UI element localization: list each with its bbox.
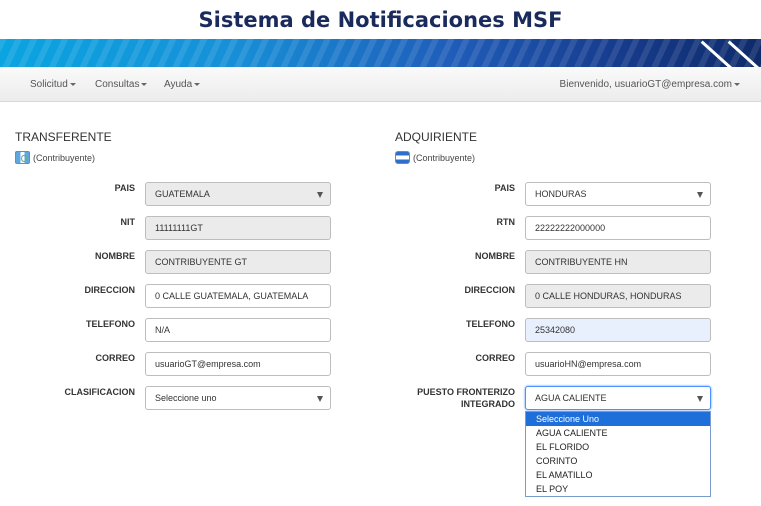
transferente-pais-select[interactable]: GUATEMALA <box>145 182 331 206</box>
label-telefono: TELEFONO <box>86 319 135 329</box>
dropdown-option[interactable]: EL POY <box>526 482 710 496</box>
label-correo: CORREO <box>95 353 135 363</box>
dropdown-option[interactable]: EL AMATILLO <box>526 468 710 482</box>
transferente-telefono-field[interactable]: N/A <box>145 318 331 342</box>
caret-down-icon <box>69 82 76 86</box>
caret-down-icon <box>734 82 740 86</box>
nav-ayuda[interactable]: Ayuda <box>164 67 201 102</box>
label-puesto-line2: INTEGRADO <box>461 399 515 409</box>
navbar: Solicitud Consultas Ayuda Bienvenido, us… <box>0 67 761 102</box>
adquiriente-correo-field[interactable]: usuarioHN@empresa.com <box>525 352 711 376</box>
caret-down-icon <box>141 82 148 86</box>
nav-user-menu[interactable]: Bienvenido, usuarioGT@empresa.com <box>560 67 740 102</box>
adquiriente-puesto-select[interactable]: AGUA CALIENTE <box>525 386 711 410</box>
label-nit: NIT <box>120 217 136 227</box>
adquiriente-nombre-field[interactable]: CONTRIBUYENTE HN <box>525 250 711 274</box>
label-correo: CORREO <box>475 353 515 363</box>
nav-solicitud[interactable]: Solicitud <box>30 67 76 102</box>
nav-consultas-label: Consultas <box>95 79 140 90</box>
dropdown-option[interactable]: AGUA CALIENTE <box>526 426 710 440</box>
page-title: Sistema de Notificaciones MSF <box>198 8 563 32</box>
nav-welcome-label: Bienvenido, usuarioGT@empresa.com <box>559 79 732 90</box>
adquiriente-rtn-field[interactable]: 22222222000000 <box>525 216 711 240</box>
dropdown-option[interactable]: EL FLORIDO <box>526 440 710 454</box>
label-nombre: NOMBRE <box>475 251 515 261</box>
transferente-nit-field[interactable]: 11111111GT <box>145 216 331 240</box>
caret-down-icon <box>194 82 201 86</box>
dropdown-option[interactable]: CORINTO <box>526 454 710 468</box>
label-nombre: NOMBRE <box>95 251 135 261</box>
adquiriente-subtitle: (Contribuyente) <box>395 151 475 164</box>
label-rtn: RTN <box>496 217 516 227</box>
transferente-direccion-field[interactable]: 0 CALLE GUATEMALA, GUATEMALA <box>145 284 331 308</box>
dropdown-option[interactable]: Seleccione Uno <box>526 412 710 426</box>
label-direccion: DIRECCION <box>84 285 135 295</box>
guatemala-flag-icon <box>15 151 30 164</box>
nav-solicitud-label: Solicitud <box>30 79 68 90</box>
transferente-nombre-field[interactable]: CONTRIBUYENTE GT <box>145 250 331 274</box>
nav-consultas[interactable]: Consultas <box>95 67 148 102</box>
nav-ayuda-label: Ayuda <box>164 79 193 90</box>
label-pais: PAIS <box>494 183 515 193</box>
adquiriente-direccion-field[interactable]: 0 CALLE HONDURAS, HONDURAS <box>525 284 711 308</box>
banner-pattern <box>0 39 761 67</box>
transferente-clasificacion-select[interactable]: Seleccione uno <box>145 386 331 410</box>
label-telefono: TELEFONO <box>466 319 515 329</box>
label-clasificacion: CLASIFICACION <box>64 387 136 397</box>
adquiriente-pais-select[interactable]: HONDURAS <box>525 182 711 206</box>
adquiriente-subtitle-text: (Contribuyente) <box>413 152 476 163</box>
transferente-subtitle: (Contribuyente) <box>15 151 95 164</box>
honduras-flag-icon <box>395 151 410 164</box>
header-banner <box>0 39 761 67</box>
label-direccion: DIRECCION <box>464 285 515 295</box>
label-pais: PAIS <box>114 183 135 193</box>
label-puesto-fronterizo: PUESTO FRONTERIZO INTEGRADO <box>395 386 515 410</box>
puesto-dropdown-list: Seleccione Uno AGUA CALIENTE EL FLORIDO … <box>525 411 711 497</box>
adquiriente-telefono-field[interactable]: 25342080 <box>525 318 711 342</box>
transferente-subtitle-text: (Contribuyente) <box>33 152 96 163</box>
label-puesto-line1: PUESTO FRONTERIZO <box>417 387 515 397</box>
transferente-title: TRANSFERENTE <box>15 130 112 144</box>
transferente-correo-field[interactable]: usuarioGT@empresa.com <box>145 352 331 376</box>
adquiriente-title: ADQUIRIENTE <box>395 130 478 144</box>
